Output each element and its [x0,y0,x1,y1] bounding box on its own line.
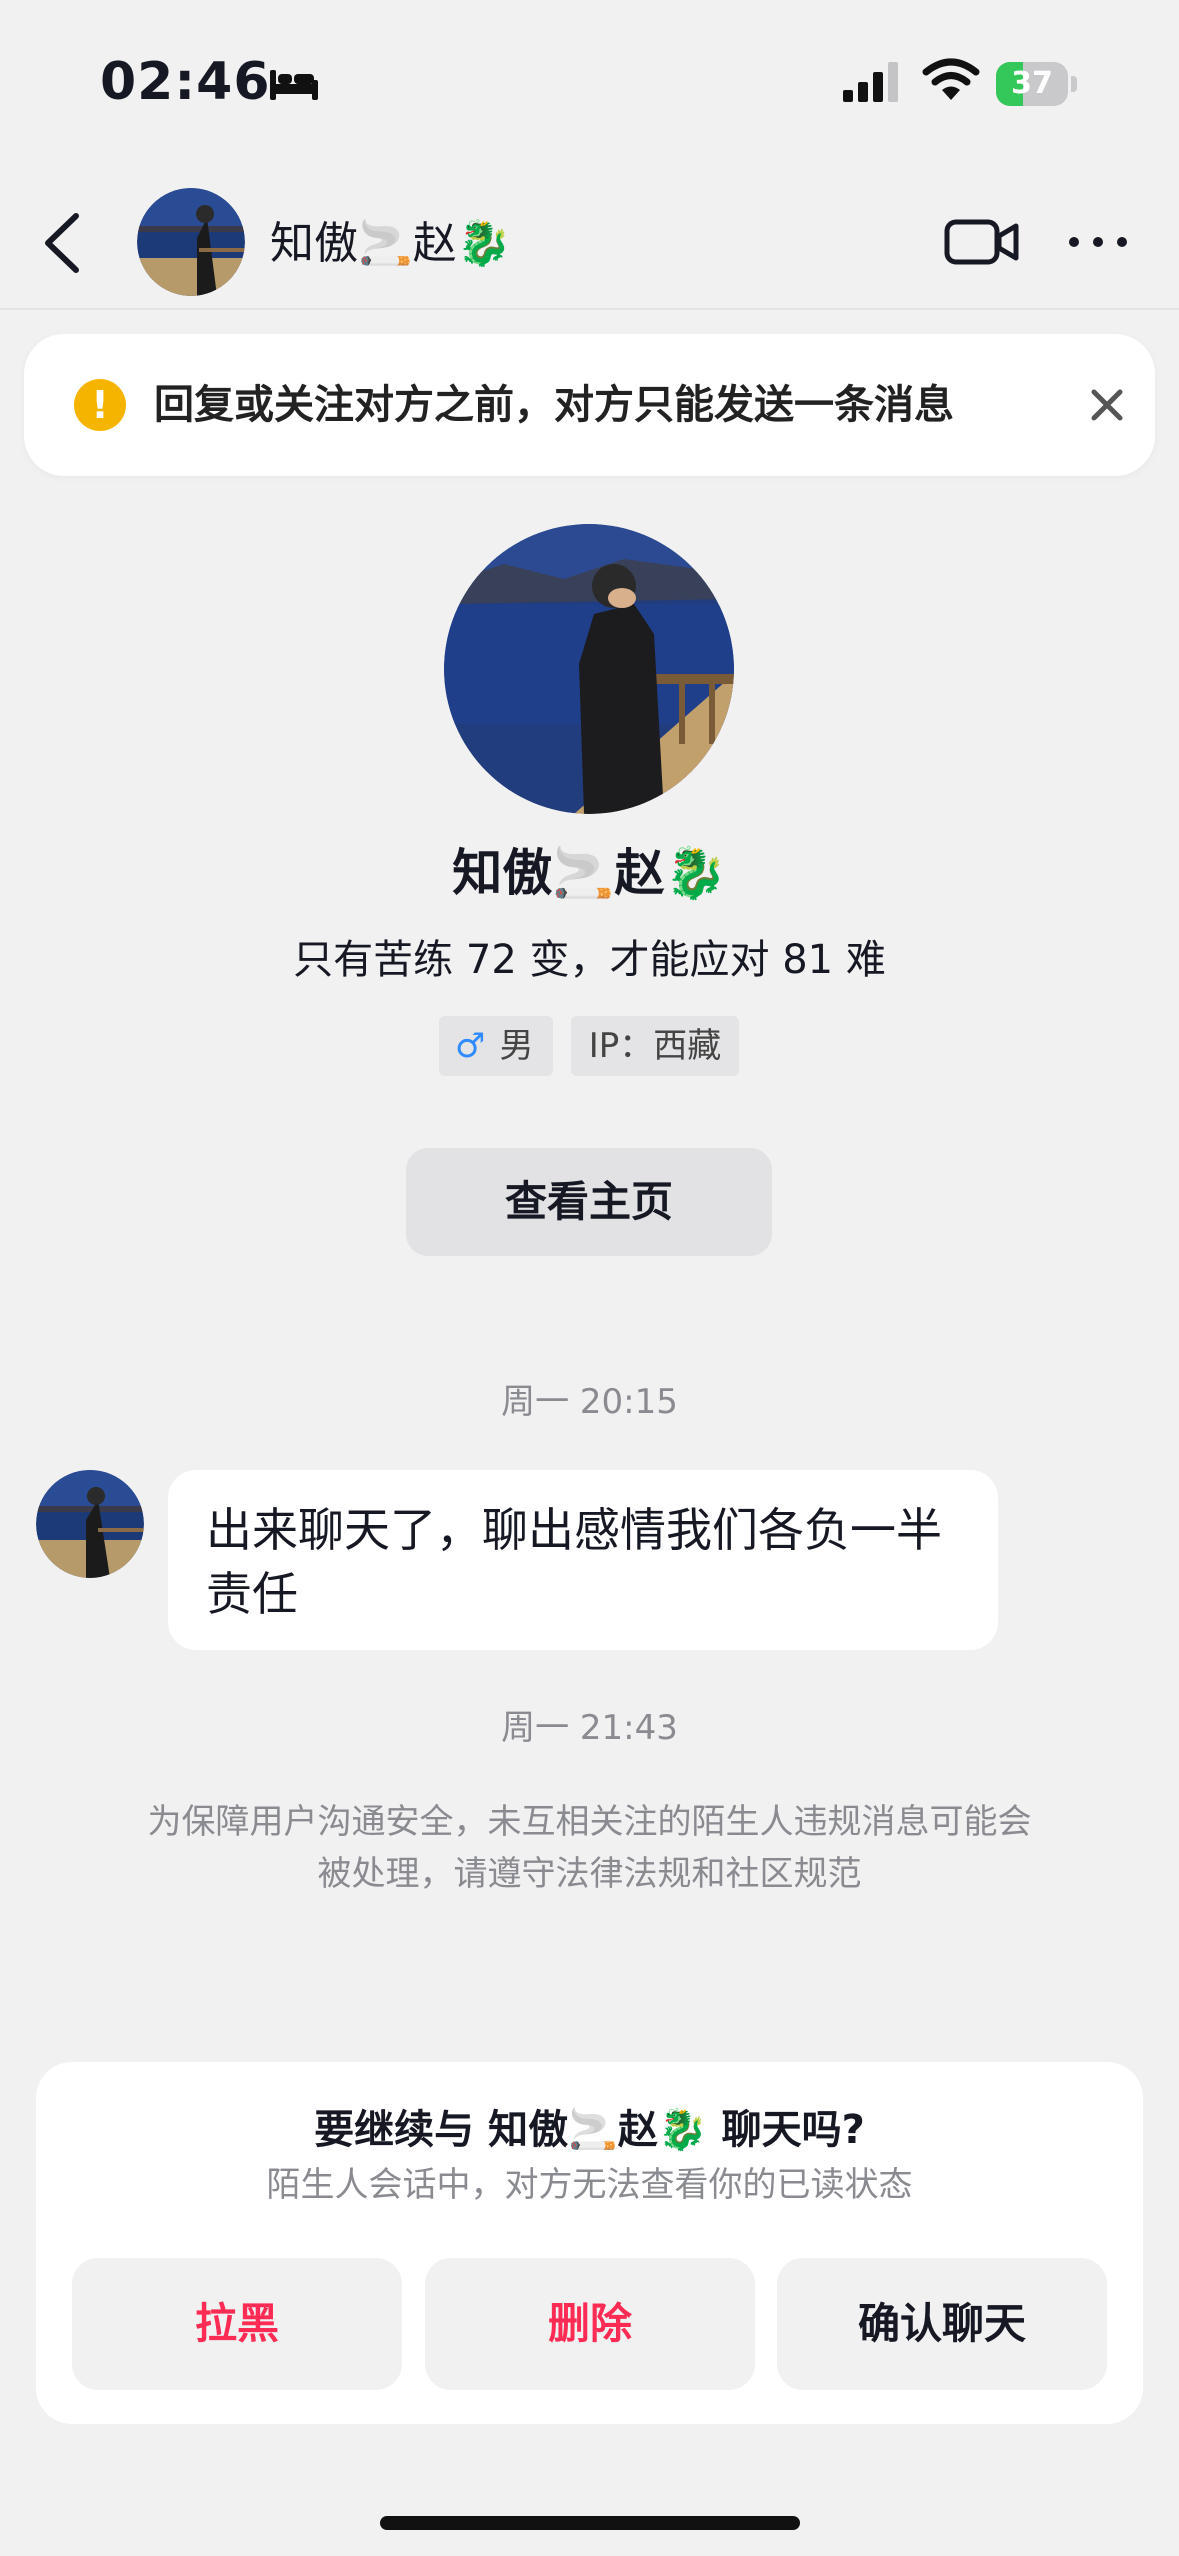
message-timestamp: 周一 21:43 [501,1708,678,1748]
male-icon: ♂ [455,1026,486,1066]
warning-icon: ! [74,379,126,431]
safety-notice: 为保障用户沟通安全，未互相关注的陌生人违规消息可能会被处理，请遵守法律法规和社区… [147,1802,1032,1894]
prompt-title: 要继续与 知傲🚬赵🐉 聊天吗? [314,2107,865,2153]
battery-charging-icon: 37 [996,62,1078,106]
signal-icon [843,62,898,102]
message-timestamp: 周一 20:15 [501,1382,678,1422]
ip-tag: IP：西藏 [571,1016,739,1076]
gender-label: 男 [499,1026,534,1066]
prompt-subtitle: 陌生人会话中，对方无法查看你的已读状态 [266,2165,913,2205]
sender-avatar[interactable] [36,1470,144,1578]
avatar[interactable] [137,188,245,296]
notice-text: 回复或关注对方之前，对方只能发送一条消息 [154,382,954,428]
bed-icon [270,70,318,100]
wifi-icon [922,58,980,100]
close-icon[interactable] [1082,380,1132,430]
nav-divider [0,308,1179,310]
view-homepage-button[interactable]: 查看主页 [406,1148,772,1256]
profile-bio: 只有苦练 72 变，才能应对 81 难 [293,937,886,983]
profile-name: 知傲🚬赵🐉 [452,844,727,902]
nav-title: 知傲🚬赵🐉 [270,218,512,269]
chevron-left-icon[interactable] [38,208,88,278]
confirm-chat-button[interactable]: 确认聊天 [777,2258,1107,2390]
notice-banner: ! 回复或关注对方之前，对方只能发送一条消息 [24,334,1155,476]
stranger-chat-prompt: 要继续与 知傲🚬赵🐉 聊天吗? 陌生人会话中，对方无法查看你的已读状态 拉黑 删… [36,2062,1143,2424]
status-time: 02:46 [100,52,271,112]
home-indicator[interactable] [380,2516,800,2530]
battery-level: 37 [1011,66,1053,101]
gender-tag: ♂ 男 [439,1016,553,1076]
block-button[interactable]: 拉黑 [72,2258,402,2390]
profile-avatar[interactable] [444,524,734,814]
delete-button[interactable]: 删除 [425,2258,755,2390]
more-dots-icon[interactable] [1066,232,1130,252]
message-bubble[interactable]: 出来聊天了，聊出感情我们各负一半责任 [168,1470,998,1650]
video-camera-icon[interactable] [944,214,1020,270]
